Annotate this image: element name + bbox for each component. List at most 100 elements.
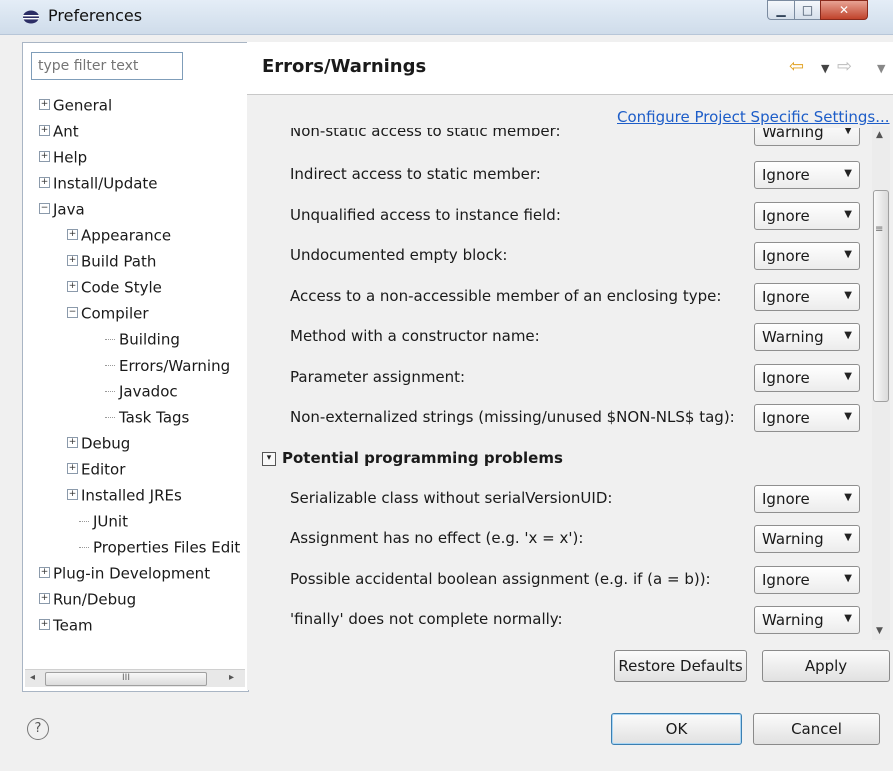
scroll-grip-icon: ≡ bbox=[875, 224, 884, 235]
severity-select[interactable]: Warning ▼ bbox=[754, 323, 860, 351]
tree-item-building[interactable]: Building bbox=[105, 326, 180, 352]
tree-item-junit[interactable]: JUnit bbox=[79, 508, 128, 534]
ok-button[interactable]: OK bbox=[611, 713, 742, 745]
maximize-button[interactable]: □ bbox=[794, 0, 821, 20]
preferences-window: Preferences ▁ □ ✕ +General +Ant +Help +I… bbox=[0, 0, 893, 771]
setting-label: 'finally' does not complete normally: bbox=[290, 610, 563, 628]
minimize-button[interactable]: ▁ bbox=[767, 0, 795, 20]
setting-label: Assignment has no effect (e.g. 'x = x'): bbox=[290, 529, 584, 547]
tree-item-properties-files-editor[interactable]: Properties Files Edit bbox=[79, 534, 240, 560]
severity-select[interactable]: Ignore ▼ bbox=[754, 242, 860, 270]
tree-item-task-tags[interactable]: Task Tags bbox=[105, 404, 189, 430]
severity-select[interactable]: Warning ▼ bbox=[754, 525, 860, 553]
chevron-down-icon: ▼ bbox=[844, 168, 852, 179]
expand-icon[interactable]: + bbox=[67, 229, 78, 240]
back-history-dropdown-icon[interactable]: ▼ bbox=[821, 62, 829, 75]
setting-row: Parameter assignment: Ignore ▼ bbox=[247, 362, 872, 394]
tree-item-install-update[interactable]: + Install/Update bbox=[39, 170, 158, 196]
scroll-down-icon[interactable]: ▼ bbox=[876, 626, 883, 636]
setting-label: Non-externalized strings (missing/unused… bbox=[290, 408, 735, 426]
expand-icon[interactable]: + bbox=[39, 567, 50, 578]
tree-item-compiler[interactable]: − Compiler bbox=[67, 300, 149, 326]
tree-item-code-style[interactable]: + Code Style bbox=[67, 274, 162, 300]
title-bar: Preferences ▁ □ ✕ bbox=[0, 0, 893, 35]
setting-label: Undocumented empty block: bbox=[290, 246, 508, 264]
tree-item-plugin-development[interactable]: + Plug-in Development bbox=[39, 560, 210, 586]
setting-label: Possible accidental boolean assignment (… bbox=[290, 570, 711, 588]
setting-row: Unqualified access to instance field: Ig… bbox=[247, 200, 872, 232]
tree-item-general[interactable]: + General bbox=[39, 92, 112, 118]
eclipse-logo-icon bbox=[23, 10, 39, 24]
severity-select[interactable]: Warning ▼ bbox=[754, 606, 860, 634]
help-icon[interactable]: ? bbox=[27, 718, 49, 740]
expand-icon[interactable]: + bbox=[39, 99, 50, 110]
severity-select[interactable]: Ignore ▼ bbox=[754, 404, 860, 432]
chevron-down-icon: ▼ bbox=[844, 573, 852, 584]
settings-vertical-scrollbar[interactable]: ▲ ≡ ▼ bbox=[872, 126, 890, 640]
scroll-up-icon[interactable]: ▲ bbox=[876, 130, 883, 140]
tree-item-build-path[interactable]: + Build Path bbox=[67, 248, 156, 274]
page-header: Errors/Warnings ⇦ ▼ ⇨ ▼ bbox=[247, 42, 893, 95]
settings-list: Non-static access to static member: Warn… bbox=[247, 128, 872, 638]
expand-icon[interactable]: + bbox=[39, 177, 50, 188]
preference-tree-pane: +General +Ant +Help +Install/Update −Jav… bbox=[22, 42, 249, 692]
tree-item-javadoc[interactable]: Javadoc bbox=[105, 378, 178, 404]
collapse-section-icon[interactable]: ▾ bbox=[262, 452, 276, 466]
severity-select[interactable]: Ignore ▼ bbox=[754, 566, 860, 594]
filter-input[interactable] bbox=[31, 52, 183, 80]
expand-icon[interactable]: + bbox=[39, 619, 50, 630]
chevron-down-icon: ▼ bbox=[844, 532, 852, 543]
scroll-thumb[interactable]: III bbox=[45, 672, 207, 686]
forward-history-dropdown-icon[interactable]: ▼ bbox=[877, 62, 885, 75]
expand-icon[interactable]: + bbox=[67, 489, 78, 500]
expand-icon[interactable]: + bbox=[67, 281, 78, 292]
chevron-down-icon: ▼ bbox=[844, 209, 852, 220]
setting-label: Indirect access to static member: bbox=[290, 165, 541, 183]
page-title: Errors/Warnings bbox=[262, 56, 427, 77]
setting-label: Access to a non-accessible member of an … bbox=[290, 287, 722, 305]
forward-arrow-icon[interactable]: ⇨ bbox=[837, 56, 852, 77]
severity-select[interactable]: Ignore ▼ bbox=[754, 364, 860, 392]
chevron-down-icon: ▼ bbox=[844, 371, 852, 382]
expand-icon[interactable]: + bbox=[39, 151, 50, 162]
chevron-down-icon: ▼ bbox=[844, 128, 852, 136]
severity-select[interactable]: Ignore ▼ bbox=[754, 161, 860, 189]
back-arrow-icon[interactable]: ⇦ bbox=[789, 56, 804, 77]
chevron-down-icon: ▼ bbox=[844, 290, 852, 301]
expand-icon[interactable]: + bbox=[39, 125, 50, 136]
collapse-icon[interactable]: − bbox=[67, 307, 78, 318]
section-title: Potential programming problems bbox=[282, 449, 563, 467]
setting-label: Serializable class without serialVersion… bbox=[290, 489, 613, 507]
close-button[interactable]: ✕ bbox=[820, 0, 868, 20]
expand-icon[interactable]: + bbox=[67, 255, 78, 266]
tree-item-java[interactable]: − Java bbox=[39, 196, 85, 222]
setting-row: Method with a constructor name: Warning ▼ bbox=[247, 321, 872, 353]
expand-icon[interactable]: + bbox=[39, 593, 50, 604]
restore-defaults-button[interactable]: Restore Defaults bbox=[614, 650, 747, 682]
expand-icon[interactable]: + bbox=[67, 437, 78, 448]
scroll-left-icon[interactable]: ◂ bbox=[30, 672, 35, 683]
scroll-thumb[interactable] bbox=[873, 190, 889, 402]
collapse-icon[interactable]: − bbox=[39, 203, 50, 214]
cancel-button[interactable]: Cancel bbox=[753, 713, 880, 745]
tree-item-run-debug[interactable]: + Run/Debug bbox=[39, 586, 136, 612]
severity-select[interactable]: Ignore ▼ bbox=[754, 485, 860, 513]
tree-item-debug[interactable]: + Debug bbox=[67, 430, 130, 456]
tree-item-appearance[interactable]: + Appearance bbox=[67, 222, 171, 248]
tree-horizontal-scrollbar[interactable]: ◂ III ▸ bbox=[25, 669, 245, 687]
chevron-down-icon: ▼ bbox=[844, 492, 852, 503]
tree-item-ant[interactable]: + Ant bbox=[39, 118, 79, 144]
scroll-right-icon[interactable]: ▸ bbox=[229, 672, 234, 683]
preference-tree: + General + Ant + Help + Install/Update − Jav… bbox=[23, 92, 248, 678]
configure-project-settings-link[interactable]: Configure Project Specific Settings... bbox=[617, 108, 890, 126]
severity-select[interactable]: Ignore ▼ bbox=[754, 283, 860, 311]
tree-item-errors-warnings[interactable]: Errors/Warning bbox=[105, 352, 231, 378]
tree-item-help[interactable]: + Help bbox=[39, 144, 87, 170]
expand-icon[interactable]: + bbox=[67, 463, 78, 474]
tree-item-team[interactable]: + Team bbox=[39, 612, 93, 638]
apply-button[interactable]: Apply bbox=[762, 650, 890, 682]
severity-select[interactable]: Warning ▼ bbox=[754, 128, 860, 146]
severity-select[interactable]: Ignore ▼ bbox=[754, 202, 860, 230]
tree-item-installed-jres[interactable]: + Installed JREs bbox=[67, 482, 182, 508]
tree-item-editor[interactable]: + Editor bbox=[67, 456, 125, 482]
